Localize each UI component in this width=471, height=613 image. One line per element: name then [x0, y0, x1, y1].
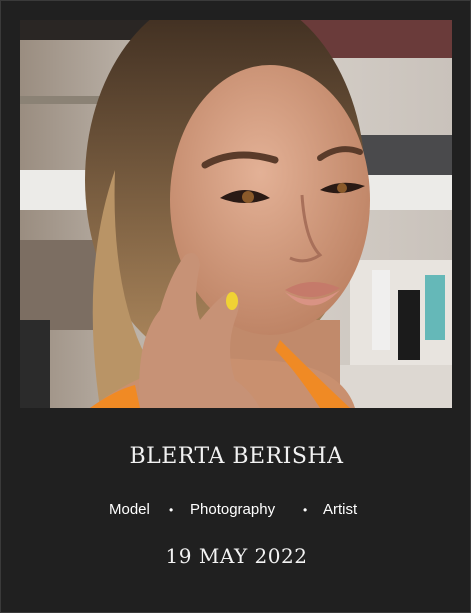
event-date: 19 MAY 2022 [165, 544, 308, 568]
tag-separator: • [169, 503, 174, 517]
portrait-photo [20, 20, 452, 408]
profile-card: BLERTA BERISHA Model • Photography • Art… [0, 0, 471, 613]
tag-artist: Artist [323, 501, 358, 518]
tag-list: Model • Photography • Artist [1, 501, 471, 521]
profile-name: BLERTA BERISHA [129, 444, 344, 469]
tag-separator: • [303, 503, 308, 517]
tag-photography: Photography [190, 501, 276, 518]
tag-model: Model [109, 501, 150, 518]
